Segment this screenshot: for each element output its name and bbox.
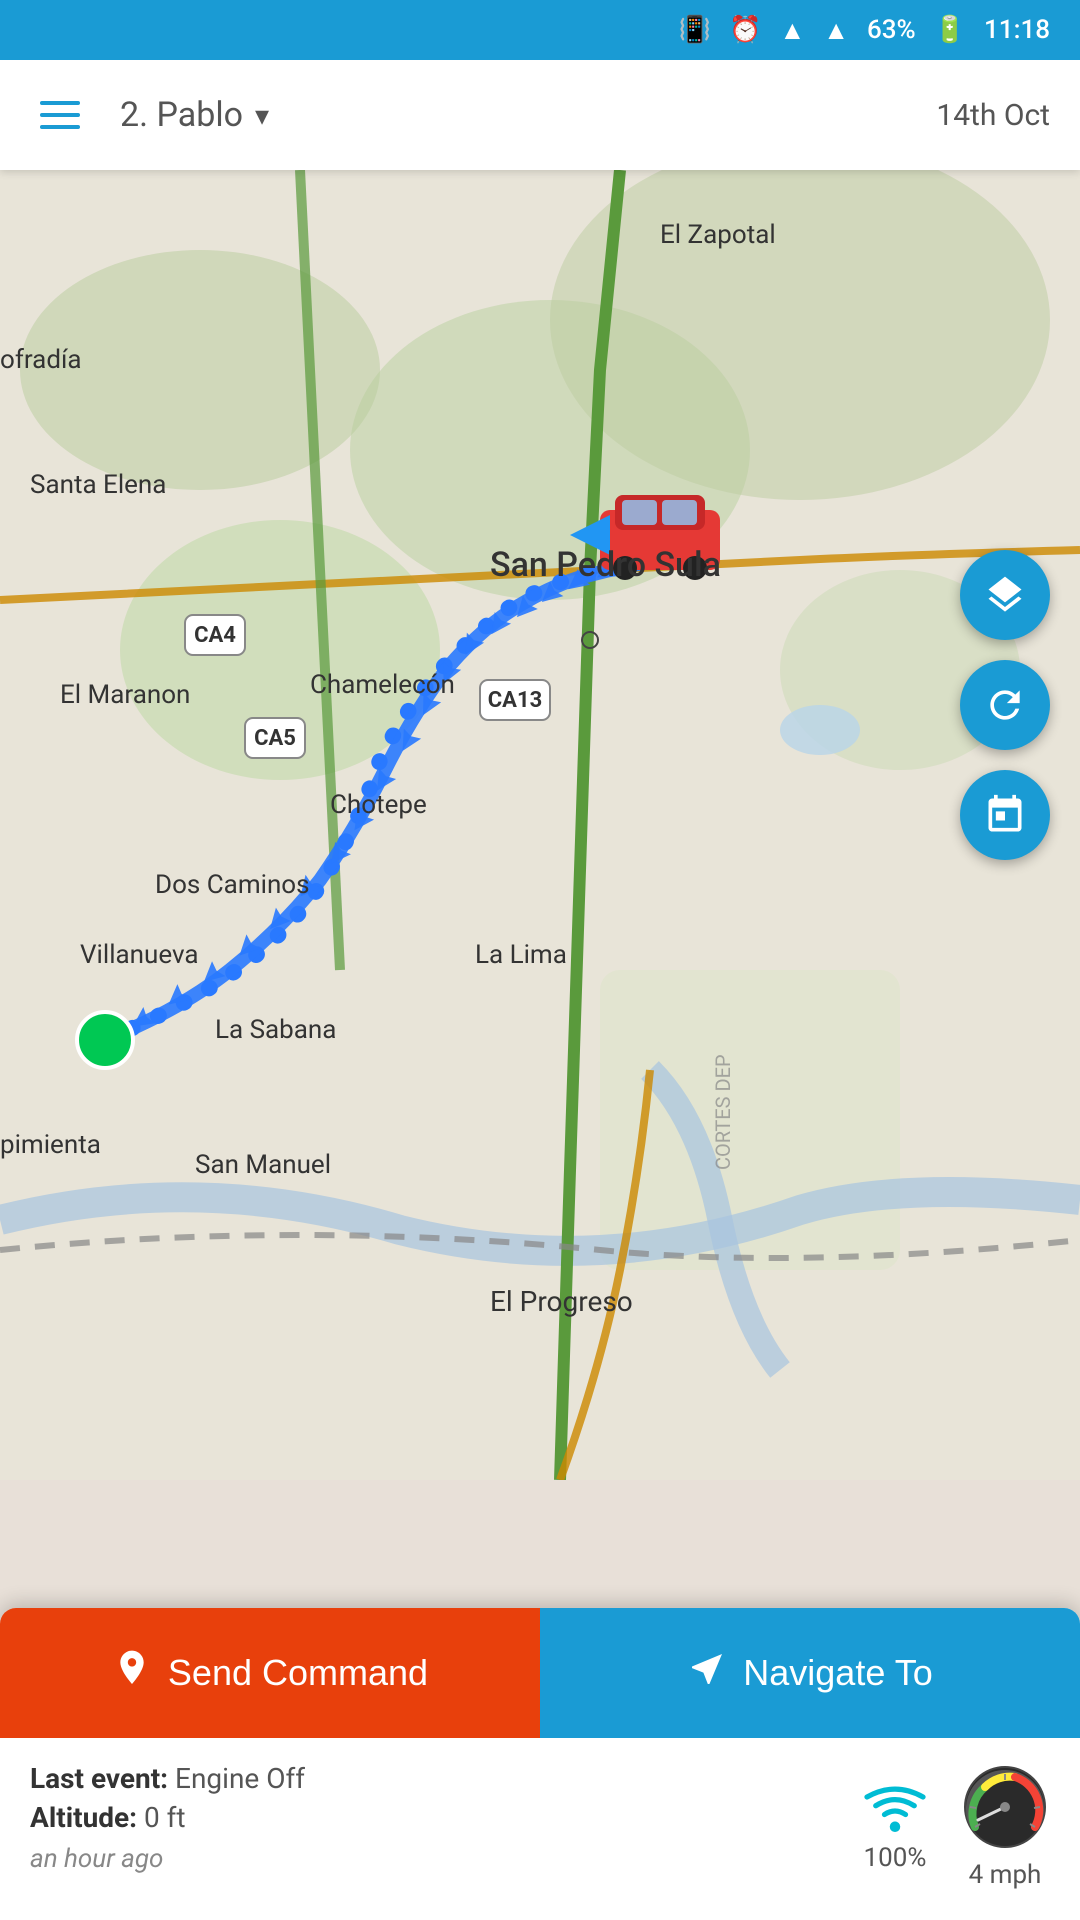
time-display: 11:18 xyxy=(984,15,1050,45)
battery-icon: 🔋 xyxy=(934,15,966,45)
refresh-icon xyxy=(983,683,1027,727)
altitude-value: 0 ft xyxy=(144,1801,186,1834)
hamburger-line-3 xyxy=(40,125,80,129)
speed-label: 4 mph xyxy=(969,1860,1042,1890)
map-container[interactable]: CA4 CA5 CA13 xyxy=(0,170,1080,1480)
navigate-to-label: Navigate To xyxy=(743,1652,932,1694)
header: 2. Pablo ▾ 14th Oct xyxy=(0,60,1080,170)
navigate-to-button[interactable]: Navigate To xyxy=(540,1608,1080,1738)
battery-text: 63% xyxy=(867,15,916,45)
altitude-label: Altitude: xyxy=(30,1801,137,1834)
timestamp-text: an hour ago xyxy=(30,1844,305,1874)
navigate-icon xyxy=(687,1649,727,1698)
altitude-row: Altitude: 0 ft xyxy=(30,1801,305,1834)
signal-percentage: 100% xyxy=(864,1843,927,1873)
date-display: 14th Oct xyxy=(936,98,1050,133)
send-command-icon xyxy=(112,1649,152,1698)
svg-text:CA4: CA4 xyxy=(194,623,236,648)
vibrate-icon: 📳 xyxy=(679,15,711,45)
vehicle-name: 2. Pablo xyxy=(120,95,243,135)
send-command-button[interactable]: Send Command xyxy=(0,1608,540,1738)
fab-container xyxy=(960,550,1050,860)
info-section: Last event: Engine Off Altitude: 0 ft an… xyxy=(0,1738,1080,1900)
map-svg: CA4 CA5 CA13 xyxy=(0,170,1080,1480)
dropdown-arrow-icon: ▾ xyxy=(255,99,269,132)
refresh-fab-button[interactable] xyxy=(960,660,1050,750)
alarm-icon: ⏰ xyxy=(729,15,761,45)
svg-text:CA13: CA13 xyxy=(488,688,542,713)
wifi-signal-icon xyxy=(860,1780,930,1835)
hamburger-line-1 xyxy=(40,101,80,105)
speedometer-icon xyxy=(960,1762,1050,1852)
signal-icon: ▲ xyxy=(823,15,849,46)
send-command-label: Send Command xyxy=(168,1652,428,1694)
hamburger-line-2 xyxy=(40,113,80,117)
info-right: 100% xyxy=(860,1762,1050,1890)
speed-container: 4 mph xyxy=(960,1762,1050,1890)
layers-fab-button[interactable] xyxy=(960,550,1050,640)
last-event-label: Last event: xyxy=(30,1762,168,1795)
status-bar: 📳 ⏰ ▲ ▲ 63% 🔋 11:18 xyxy=(0,0,1080,60)
signal-container: 100% xyxy=(860,1780,930,1873)
menu-button[interactable] xyxy=(30,91,90,139)
layers-icon xyxy=(983,573,1027,617)
svg-text:CORTES DEP: CORTES DEP xyxy=(711,1054,735,1170)
action-buttons-row: Send Command Navigate To xyxy=(0,1608,1080,1738)
bottom-panel: Send Command Navigate To Last event: Eng… xyxy=(0,1608,1080,1920)
vehicle-selector[interactable]: 2. Pablo ▾ xyxy=(120,95,906,135)
calendar-icon xyxy=(983,793,1027,837)
info-left: Last event: Engine Off Altitude: 0 ft an… xyxy=(30,1762,305,1874)
wifi-icon-status: ▲ xyxy=(779,15,805,46)
calendar-fab-button[interactable] xyxy=(960,770,1050,860)
svg-text:CA5: CA5 xyxy=(254,726,296,751)
last-event-row: Last event: Engine Off xyxy=(30,1762,305,1795)
last-event-value: Engine Off xyxy=(175,1762,305,1795)
